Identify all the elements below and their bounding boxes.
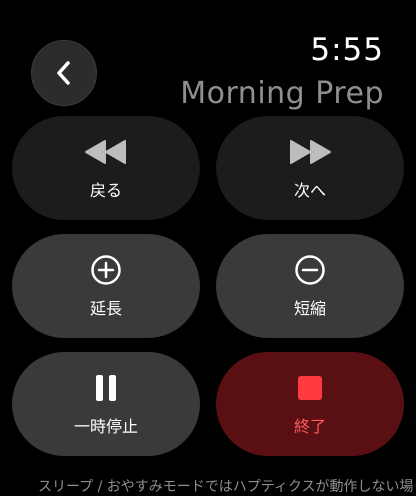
plus-circle-icon (91, 255, 121, 285)
back-button[interactable] (31, 40, 97, 106)
clock-time: 5:55 (310, 32, 384, 68)
extend-button[interactable]: 延長 (12, 234, 200, 338)
end-label: 終了 (293, 417, 326, 436)
fast-forward-icon (290, 140, 331, 164)
background-blurred-content (95, 18, 335, 48)
extend-label: 延長 (89, 299, 122, 318)
shorten-label: 短縮 (293, 299, 326, 318)
next-control-button[interactable]: 次へ (216, 116, 404, 220)
pause-label: 一時停止 (73, 417, 138, 436)
back-control-button[interactable]: 戻る (12, 116, 200, 220)
chevron-left-icon (57, 61, 70, 85)
minus-circle-icon (295, 255, 325, 285)
pause-button[interactable]: 一時停止 (12, 352, 200, 456)
pause-icon (96, 375, 116, 401)
haptics-footnote: スリープ / おやすみモードではハプティクスが動作しない場 (38, 479, 414, 495)
shorten-button[interactable]: 短縮 (216, 234, 404, 338)
end-button[interactable]: 終了 (216, 352, 404, 456)
next-control-label: 次へ (293, 181, 326, 200)
session-title: Morning Prep (180, 76, 384, 111)
back-control-label: 戻る (89, 181, 122, 200)
rewind-icon (85, 140, 126, 164)
stop-icon (298, 376, 322, 400)
